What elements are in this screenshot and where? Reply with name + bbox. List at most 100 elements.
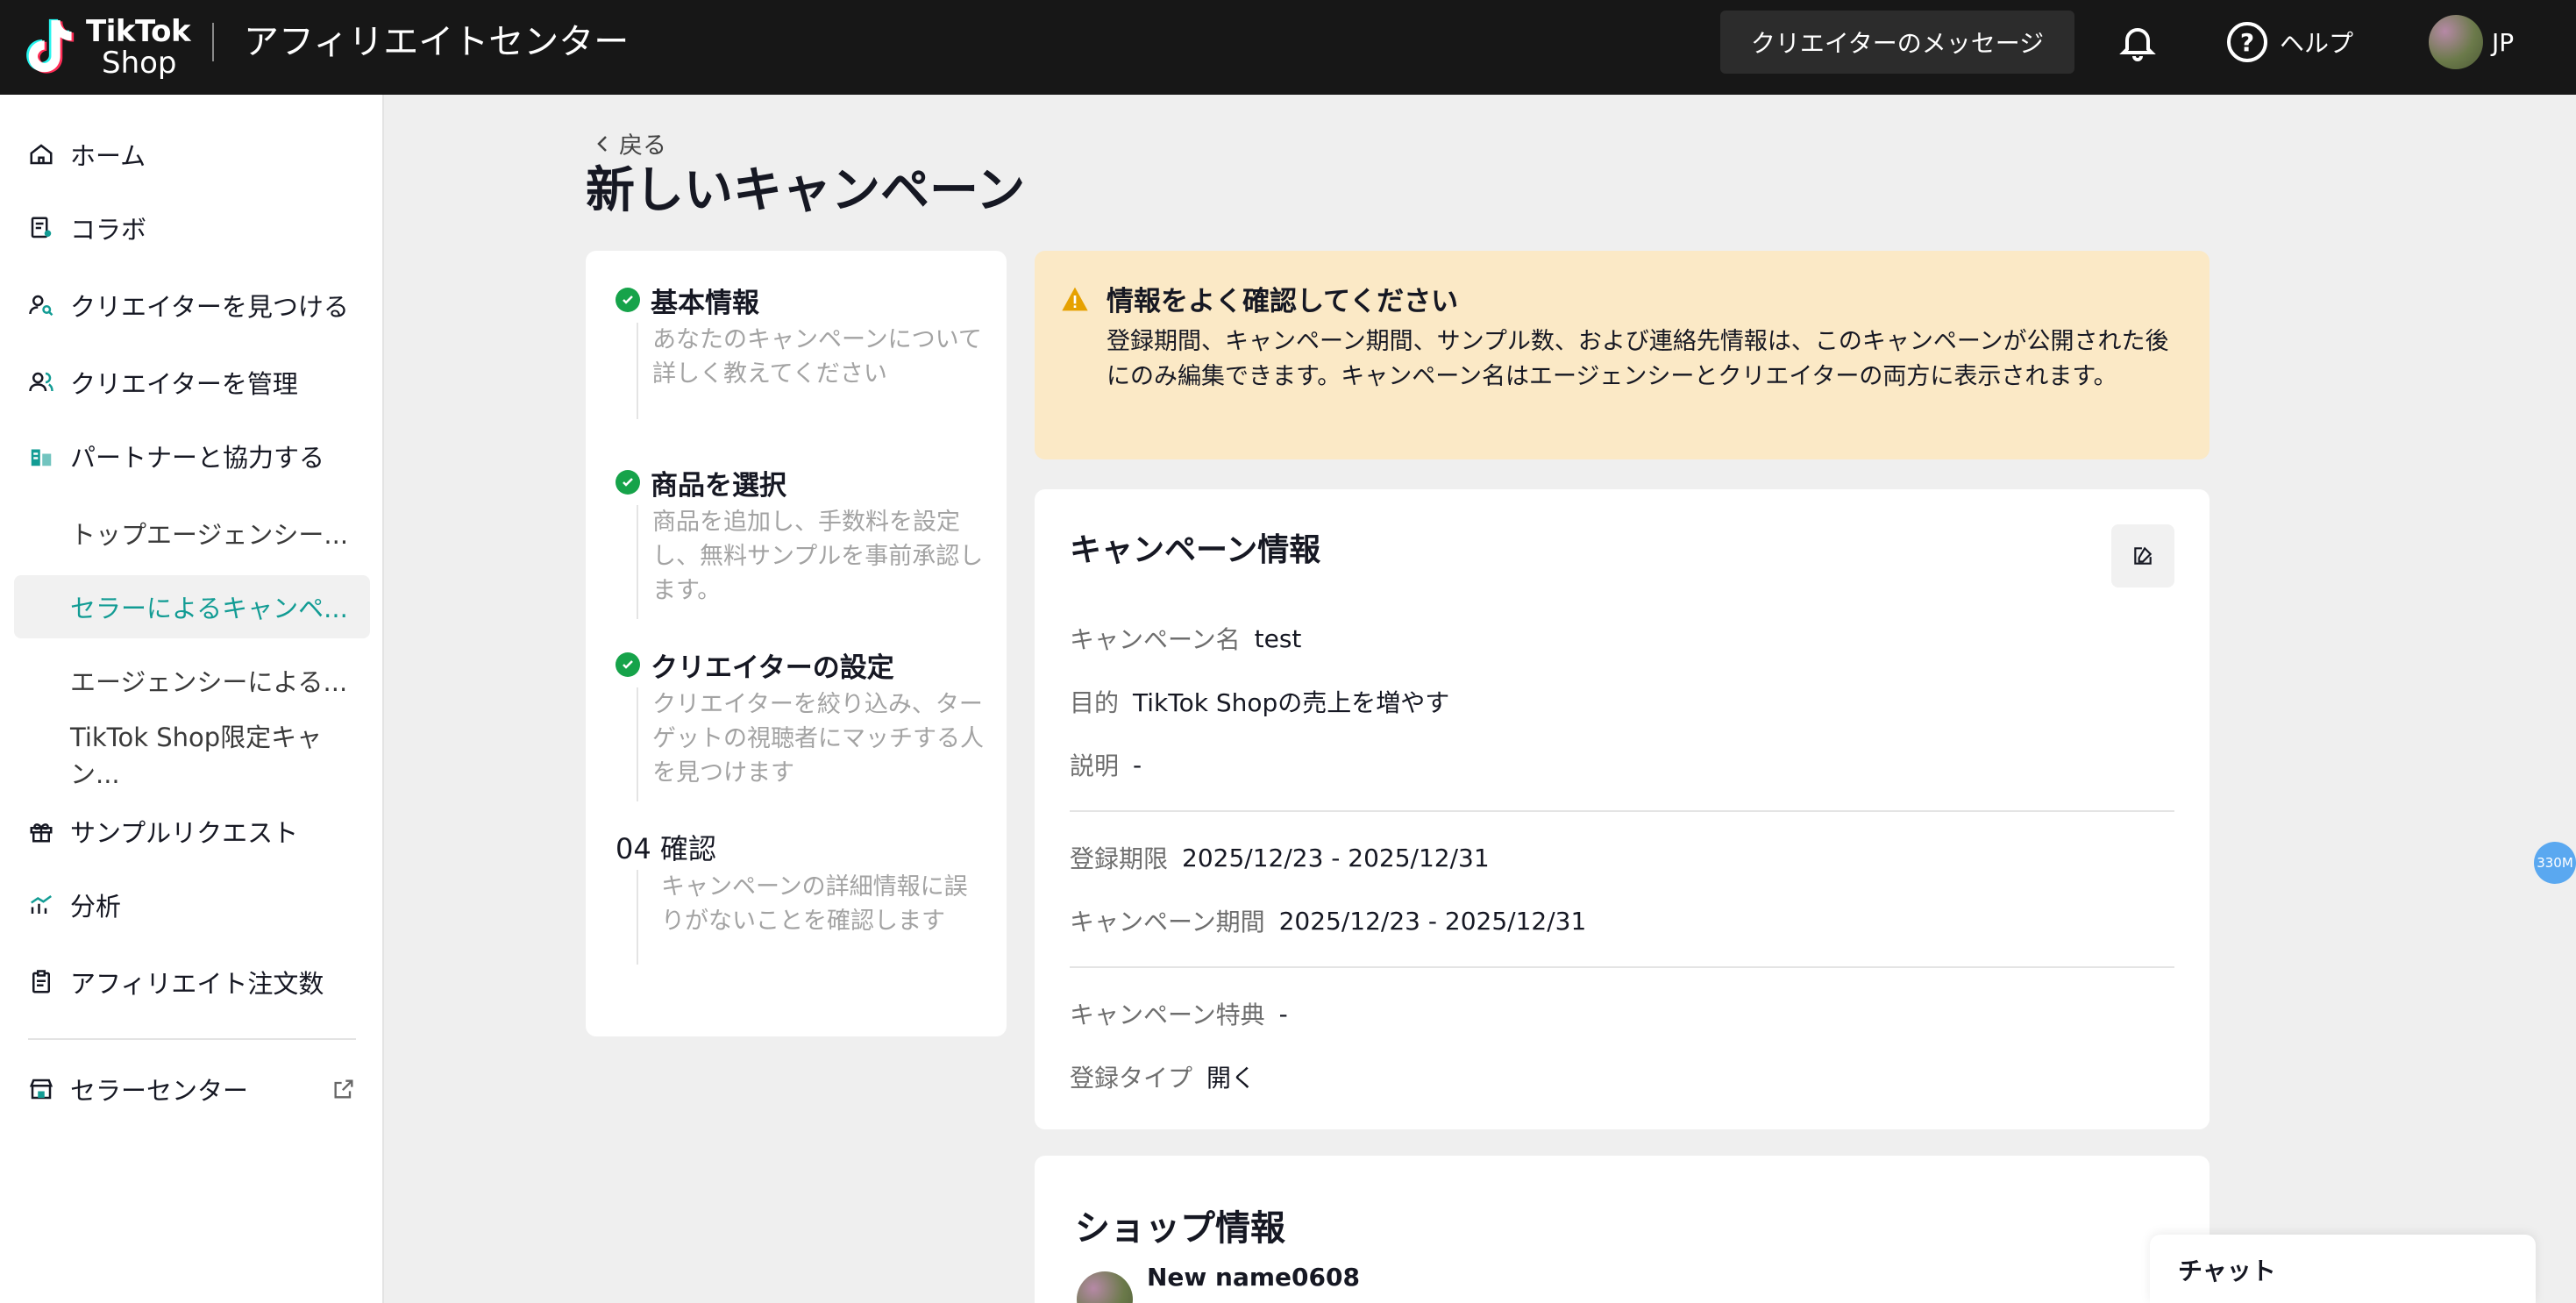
check-circle-icon (616, 470, 640, 495)
sidebar-item-label: サンプルリクエスト (70, 818, 299, 848)
sidebar-item-partners[interactable]: パートナーと協力する (14, 424, 370, 488)
sidebar-item-home[interactable]: ホーム (14, 123, 370, 186)
tiktok-shop-logo[interactable]: TikTok Shop (26, 11, 191, 84)
sidebar-item-label: アフィリエイト注文数 (70, 969, 324, 999)
field-label: 目的 (1070, 688, 1120, 717)
step-title: 04 確認 (616, 832, 716, 865)
check-circle-icon (616, 652, 640, 677)
edit-icon (2134, 546, 2153, 565)
sidebar-item-label: ホーム (70, 141, 146, 171)
field-label: 登録期限 (1070, 844, 1169, 873)
sidebar-item-tiktok-shop-campaigns[interactable]: TikTok Shop限定キャン... (14, 723, 370, 789)
step-creator-settings[interactable]: クリエイターの設定 クリエイターを絞り込み、ターゲットの視聴者にマッチする人を見… (616, 645, 984, 801)
user-menu[interactable]: JP (2429, 14, 2514, 70)
campaign-description-row: 説明 - (1070, 745, 1142, 784)
step-title: 商品を選択 (651, 469, 786, 502)
clipboard-icon (26, 967, 56, 997)
help-button[interactable]: ? ヘルプ (2227, 19, 2353, 65)
step-basic-info[interactable]: 基本情報 あなたのキャンペーンについて詳しく教えてください (616, 281, 984, 419)
edit-button[interactable] (2111, 524, 2174, 587)
collab-icon (26, 213, 56, 243)
campaign-name-row: キャンペーン名 test (1070, 619, 1301, 658)
step-description: クリエイターを絞り込み、ターゲットの視聴者にマッチする人を見つけます (637, 687, 984, 801)
creator-messages-button[interactable]: クリエイターのメッセージ (1720, 11, 2074, 74)
sidebar-item-top-agency[interactable]: トップエージェンシー... (14, 502, 370, 565)
tiktok-logo-icon (26, 18, 75, 74)
divider (1070, 966, 2174, 968)
manage-creator-icon (26, 367, 56, 397)
divider (1070, 810, 2174, 812)
campaign-period-row: キャンペーン期間 2025/12/23 - 2025/12/31 (1070, 901, 1586, 940)
analytics-icon (26, 890, 56, 920)
chevron-left-icon (597, 135, 607, 152)
sidebar-item-label: セラーセンター (70, 1076, 249, 1106)
brand-line1: TikTok (86, 14, 191, 49)
memory-badge[interactable]: 330M (2534, 842, 2576, 884)
sidebar-item-label: クリエイターを見つける (70, 292, 349, 322)
store-icon (26, 1074, 56, 1104)
step-confirm: 04 確認 キャンペーンの詳細情報に誤りがないことを確認します (616, 828, 984, 965)
warning-body: 登録期間、キャンペーン期間、サンプル数、および連絡先情報は、このキャンペーンが公… (1107, 328, 2169, 390)
field-value: 2025/12/23 - 2025/12/31 (1278, 906, 1587, 936)
brand-line2: Shop (102, 46, 177, 81)
sidebar-item-label: TikTok Shop限定キャン... (70, 723, 323, 789)
sidebar-item-label: パートナーと協力する (70, 443, 325, 473)
sidebar: ホーム コラボ クリエイターを見つける クリエイターを管理 パートナーと協力する… (0, 95, 384, 1303)
warning-banner: 情報をよく確認してください 登録期間、キャンペーン期間、サンプル数、および連絡先… (1035, 251, 2210, 459)
field-label: キャンペーン特典 (1070, 1000, 1265, 1029)
sidebar-item-seller-campaigns[interactable]: セラーによるキャンペ... (14, 575, 370, 638)
sidebar-item-label: コラボ (70, 215, 147, 245)
gift-icon (26, 816, 56, 846)
page-title: 新しいキャンペーン (586, 162, 1026, 219)
field-label: 登録タイプ (1070, 1064, 1193, 1093)
registration-period-row: 登録期限 2025/12/23 - 2025/12/31 (1070, 838, 1490, 877)
field-value: 開く (1206, 1064, 1256, 1093)
user-region-label: JP (2492, 27, 2515, 57)
sidebar-item-label: トップエージェンシー... (70, 520, 349, 550)
registration-type-row: 登録タイプ 開く (1070, 1057, 1256, 1096)
app-title: アフィリエイトセンター (244, 22, 630, 62)
sidebar-item-find-creators[interactable]: クリエイターを見つける (14, 274, 370, 337)
step-title: 基本情報 (651, 287, 759, 319)
field-label: 説明 (1070, 751, 1120, 780)
step-description: あなたのキャンペーンについて詳しく教えてください (637, 323, 984, 419)
campaign-benefit-row: キャンペーン特典 - (1070, 994, 1288, 1033)
field-value: 2025/12/23 - 2025/12/31 (1182, 843, 1490, 872)
home-icon (26, 139, 56, 169)
partner-icon (26, 441, 56, 471)
sidebar-item-label: エージェンシーによる... (70, 667, 348, 697)
check-circle-icon (616, 288, 640, 312)
find-creator-icon (26, 290, 56, 320)
field-label: キャンペーン期間 (1070, 908, 1265, 936)
sidebar-item-analytics[interactable]: 分析 (14, 873, 370, 936)
help-label: ヘルプ (2280, 29, 2354, 58)
avatar (2429, 15, 2483, 69)
sidebar-item-collab[interactable]: コラボ (14, 196, 370, 260)
shop-name: New name0608 (1147, 1263, 1360, 1292)
help-icon: ? (2227, 22, 2267, 62)
sidebar-item-seller-center[interactable]: セラーセンター (14, 1057, 370, 1121)
sidebar-item-label: 分析 (70, 892, 122, 922)
field-label: キャンペーン名 (1070, 625, 1241, 654)
step-title: クリエイターの設定 (651, 652, 894, 684)
top-bar: TikTok Shop アフィリエイトセンター クリエイターのメッセージ ? ヘ… (0, 0, 2576, 95)
sidebar-item-label: セラーによるキャンペ... (70, 594, 348, 623)
campaign-info-title: キャンペーン情報 (1070, 532, 1321, 568)
step-select-products[interactable]: 商品を選択 商品を追加し、手数料を設定し、無料サンプルを事前承認します。 (616, 463, 984, 619)
campaign-goal-row: 目的 TikTok Shopの売上を増やす (1070, 682, 1449, 721)
sidebar-item-manage-creators[interactable]: クリエイターを管理 (14, 351, 370, 414)
shop-avatar (1077, 1271, 1133, 1303)
campaign-info-card: キャンペーン情報 キャンペーン名 test 目的 TikTok Shopの売上を… (1035, 489, 2210, 1129)
external-link-icon (334, 1079, 353, 1099)
sidebar-item-agency-campaigns[interactable]: エージェンシーによる... (14, 649, 370, 712)
sidebar-divider (28, 1038, 356, 1040)
step-description: キャンペーンの詳細情報に誤りがないことを確認します (637, 870, 984, 965)
sidebar-item-affiliate-orders[interactable]: アフィリエイト注文数 (14, 951, 370, 1014)
sidebar-item-sample-requests[interactable]: サンプルリクエスト (14, 800, 370, 863)
field-value: test (1254, 623, 1302, 653)
steps-panel: 基本情報 あなたのキャンペーンについて詳しく教えてください 商品を選択 商品を追… (586, 251, 1007, 1036)
sidebar-item-label: クリエイターを管理 (70, 369, 298, 399)
shop-info-card: ショップ情報 New name0608 (1035, 1156, 2210, 1303)
bell-icon[interactable] (2117, 21, 2159, 63)
chat-panel-button[interactable]: チャット (2150, 1235, 2536, 1303)
